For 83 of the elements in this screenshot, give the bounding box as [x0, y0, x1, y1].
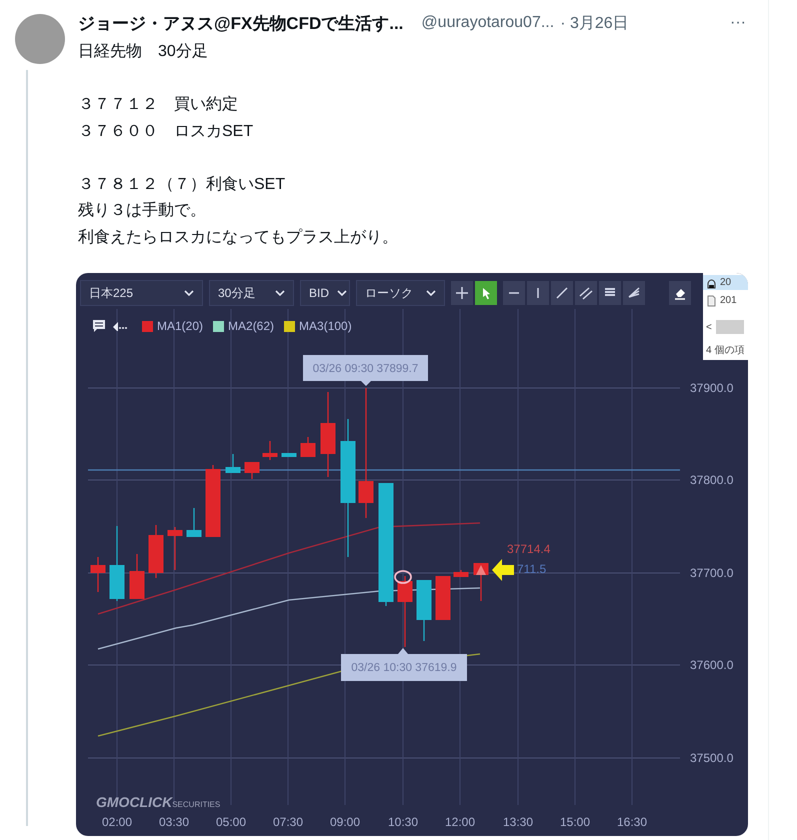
- plus-icon: [455, 286, 469, 300]
- time-axis-label: 09:00: [330, 815, 360, 829]
- price-tag: 711.5: [517, 562, 546, 576]
- legend-label: MA2(62): [228, 319, 274, 333]
- fan-lines-icon: [627, 286, 641, 300]
- tweet-text-line: ３７６００ ロスカSET: [78, 122, 254, 142]
- candlestick: [300, 437, 316, 457]
- drive-icon: [706, 276, 717, 288]
- more-options-button[interactable]: ···: [730, 14, 746, 32]
- time-axis-label: 15:00: [560, 815, 590, 829]
- collapse-arrow-icon[interactable]: [112, 321, 128, 331]
- chevron-down-icon: [426, 290, 436, 296]
- post-date[interactable]: · 3月26日: [560, 12, 629, 34]
- time-axis-label: 07:30: [272, 815, 304, 829]
- circle-marker: [394, 570, 412, 584]
- time-axis-label: 02:00: [102, 815, 132, 829]
- retracement-tool-button[interactable]: [599, 281, 621, 305]
- chevron-down-icon: [275, 290, 285, 296]
- broker-logo: GMOCLICKSECURITIES: [96, 794, 220, 810]
- crosshair-tool-button[interactable]: [451, 281, 473, 305]
- trendline-tool-button[interactable]: [551, 281, 573, 305]
- dropdown[interactable]: 30分足: [209, 280, 294, 306]
- channel-tool-button[interactable]: [575, 281, 597, 305]
- triangle-marker-icon: [476, 565, 486, 575]
- parallel-lines-icon: [579, 286, 593, 300]
- tweet-text-line: 日経先物 30分足: [78, 42, 209, 62]
- candlestick: [282, 453, 296, 457]
- price-tooltip: 03/26 10:30 37619.9: [341, 648, 467, 681]
- candlestick: [436, 576, 450, 620]
- time-axis-label: 10:30: [388, 815, 418, 829]
- legend-label: MA1(20): [157, 319, 204, 333]
- candlestick: [262, 441, 278, 460]
- price-axis-label: 37900.0: [690, 381, 734, 395]
- arrow-left-icon: [492, 559, 514, 581]
- price-axis-label: 37600.0: [690, 658, 734, 672]
- candlestick: [206, 465, 220, 537]
- vline-tool-button[interactable]: [527, 281, 549, 305]
- pointer-tool-button[interactable]: [475, 281, 497, 305]
- candlestick: [90, 557, 106, 592]
- avatar-placeholder[interactable]: [15, 14, 65, 64]
- file-list-item[interactable]: 201: [703, 293, 748, 308]
- author-name[interactable]: ジョージ・アヌス@FX先物CFDで生活す...: [78, 12, 404, 34]
- tweet-text-line: 残り３は手動で。: [78, 200, 207, 221]
- dropdown[interactable]: ローソク: [356, 280, 445, 306]
- author-handle[interactable]: @uurayotarou07...: [421, 14, 554, 32]
- chevron-down-icon: [184, 290, 194, 296]
- dropdown[interactable]: BID: [300, 280, 350, 306]
- time-axis-label: 12:00: [444, 815, 476, 829]
- time-axis-label: 03:30: [158, 815, 190, 829]
- time-axis-label: 16:30: [616, 815, 648, 829]
- eraser-icon: [673, 286, 687, 300]
- candlestick: [244, 462, 260, 479]
- document-icon: [706, 294, 717, 306]
- candlestick: [168, 527, 182, 570]
- candlestick: [148, 525, 164, 578]
- price-axis-label: 37800.0: [690, 473, 734, 487]
- tweet-text-line: 利食えたらロスカになってもプラス上がり。: [78, 228, 399, 248]
- chat-icon[interactable]: [92, 319, 106, 333]
- candlestick: [454, 570, 468, 577]
- eraser-tool-button[interactable]: [669, 281, 691, 305]
- price-axis-label: 37700.0: [690, 566, 734, 580]
- diagonal-line-icon: [555, 286, 569, 300]
- price-tag: 37714.4: [507, 542, 550, 556]
- item-count-text: 4 個の項: [705, 344, 746, 357]
- legend-label: MA3(100): [299, 319, 352, 333]
- dropdown[interactable]: 日本225: [80, 280, 203, 306]
- hline-tool-button[interactable]: [503, 281, 525, 305]
- chevron-down-icon: [337, 290, 348, 296]
- candlestick: [416, 580, 432, 641]
- candlestick: [130, 554, 144, 599]
- price-axis-label: 37500.0: [690, 751, 734, 765]
- file-list-item[interactable]: 20: [703, 275, 748, 290]
- candlestick: [398, 576, 412, 647]
- tweet-text-line: ３７８１２（７）利食いSET: [78, 174, 286, 194]
- scroll-left-button[interactable]: <: [706, 322, 712, 332]
- candlestick: [186, 508, 202, 537]
- time-axis-label: 05:00: [216, 815, 246, 829]
- scrollbar-thumb[interactable]: [716, 320, 744, 334]
- candlestick: [226, 454, 240, 473]
- fan-tool-button[interactable]: [623, 281, 645, 305]
- tweet-text-line: ３７７１２ 買い約定: [78, 94, 239, 115]
- price-tooltip: 03/26 09:30 37899.7: [303, 355, 428, 386]
- time-axis-label: 13:30: [502, 815, 534, 829]
